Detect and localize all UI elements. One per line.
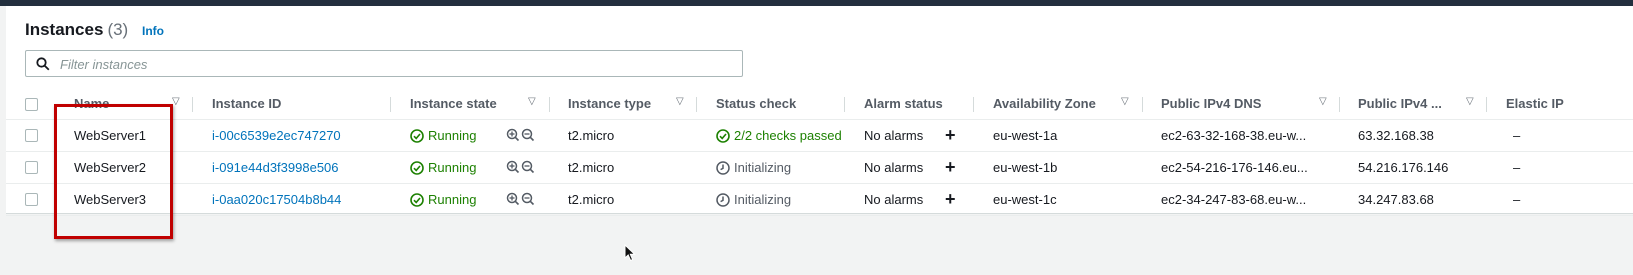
- elastic-ip: –: [1513, 192, 1521, 207]
- filter-instances-input[interactable]: [58, 54, 722, 75]
- info-link[interactable]: Info: [142, 24, 164, 38]
- details-split-panel-area: [0, 214, 1633, 275]
- table-row[interactable]: WebServer3 i-0aa020c17504b8b44 Running t…: [6, 184, 1633, 216]
- plus-icon[interactable]: +: [945, 157, 956, 178]
- instance-id-link[interactable]: i-0aa020c17504b8b44: [212, 192, 341, 207]
- select-all-checkbox[interactable]: [25, 98, 38, 111]
- alarm-status: No alarms: [864, 192, 924, 207]
- public-ipv4-dns: ec2-34-247-83-68.eu-w...: [1161, 192, 1307, 207]
- availability-zone: eu-west-1b: [993, 160, 1058, 175]
- column-resizer[interactable]: [192, 97, 193, 112]
- instance-state: Running: [410, 160, 476, 175]
- instance-id-link[interactable]: i-091e44d3f3998e506: [212, 160, 339, 175]
- public-ipv4-dns: ec2-54-216-176-146.eu...: [1161, 160, 1308, 175]
- column-resizer[interactable]: [844, 97, 845, 112]
- column-availability-zone[interactable]: Availability Zone: [993, 96, 1096, 111]
- status-check-label: Initializing: [734, 160, 792, 175]
- row-checkbox[interactable]: [25, 129, 38, 142]
- zoom-in-out-icon[interactable]: [506, 192, 538, 206]
- column-resizer[interactable]: [1486, 97, 1487, 112]
- column-public-ipv4-dns[interactable]: Public IPv4 DNS: [1161, 96, 1261, 111]
- availability-zone: eu-west-1c: [993, 192, 1057, 207]
- state-label: Running: [428, 192, 477, 207]
- caret-down-icon[interactable]: ▽: [528, 96, 536, 107]
- caret-down-icon[interactable]: ▽: [676, 96, 684, 107]
- title-text: Instances: [25, 20, 104, 39]
- caret-down-icon[interactable]: ▽: [1319, 96, 1327, 107]
- column-resizer[interactable]: [1339, 97, 1340, 112]
- public-ipv4: 34.247.83.68: [1358, 192, 1434, 207]
- instance-type: t2.micro: [568, 192, 615, 207]
- check-circle-icon: [410, 129, 424, 143]
- instance-count: (3): [107, 20, 129, 39]
- column-instance-id[interactable]: Instance ID: [212, 96, 281, 111]
- alarm-status: No alarms: [864, 160, 924, 175]
- plus-icon[interactable]: +: [945, 125, 956, 146]
- row-checkbox[interactable]: [25, 193, 38, 206]
- table-row[interactable]: WebServer1 i-00c6539e2ec747270 Running t…: [6, 120, 1633, 152]
- row-checkbox[interactable]: [25, 161, 38, 174]
- instance-type: t2.micro: [568, 128, 615, 143]
- elastic-ip: –: [1513, 160, 1521, 175]
- zoom-in-out-icon[interactable]: [506, 160, 538, 174]
- caret-down-icon[interactable]: ▽: [1121, 96, 1129, 107]
- availability-zone: eu-west-1a: [993, 128, 1058, 143]
- column-instance-type[interactable]: Instance type: [568, 96, 651, 111]
- instance-type: t2.micro: [568, 160, 615, 175]
- check-circle-icon: [716, 129, 730, 143]
- highlight-box-name-column: [54, 104, 173, 239]
- zoom-in-out-icon[interactable]: [506, 128, 538, 142]
- state-label: Running: [428, 128, 477, 143]
- search-icon: [36, 57, 50, 71]
- status-check: Initializing: [716, 160, 791, 175]
- column-public-ipv4[interactable]: Public IPv4 ...: [1358, 96, 1442, 111]
- check-circle-icon: [410, 193, 424, 207]
- column-alarm-status[interactable]: Alarm status: [864, 96, 943, 111]
- column-resizer[interactable]: [390, 97, 391, 112]
- status-check: 2/2 checks passed: [716, 128, 842, 143]
- state-label: Running: [428, 160, 477, 175]
- column-resizer[interactable]: [973, 97, 974, 112]
- public-ipv4: 63.32.168.38: [1358, 128, 1434, 143]
- column-resizer[interactable]: [549, 97, 550, 112]
- table-header: Name ▽ Instance ID Instance state ▽ Inst…: [6, 90, 1633, 120]
- column-status-check[interactable]: Status check: [716, 96, 796, 111]
- table-row[interactable]: WebServer2 i-091e44d3f3998e506 Running t…: [6, 152, 1633, 184]
- elastic-ip: –: [1513, 128, 1521, 143]
- public-ipv4-dns: ec2-63-32-168-38.eu-w...: [1161, 128, 1307, 143]
- page-title: Instances (3): [25, 20, 128, 40]
- clock-icon: [716, 161, 730, 175]
- column-elastic-ip[interactable]: Elastic IP: [1506, 96, 1564, 111]
- instance-state: Running: [410, 192, 476, 207]
- mouse-pointer-icon: [624, 244, 636, 262]
- caret-down-icon[interactable]: ▽: [172, 96, 180, 107]
- status-check-label: Initializing: [734, 192, 792, 207]
- instance-id-link[interactable]: i-00c6539e2ec747270: [212, 128, 341, 143]
- column-resizer[interactable]: [696, 97, 697, 112]
- instance-state: Running: [410, 128, 476, 143]
- check-circle-icon: [410, 161, 424, 175]
- status-check: Initializing: [716, 192, 791, 207]
- column-instance-state[interactable]: Instance state: [410, 96, 497, 111]
- plus-icon[interactable]: +: [945, 189, 956, 210]
- public-ipv4: 54.216.176.146: [1358, 160, 1449, 175]
- status-check-label: 2/2 checks passed: [734, 128, 842, 143]
- filter-box[interactable]: [25, 50, 743, 77]
- caret-down-icon[interactable]: ▽: [1466, 96, 1474, 107]
- column-resizer[interactable]: [1142, 97, 1143, 112]
- clock-icon: [716, 193, 730, 207]
- alarm-status: No alarms: [864, 128, 924, 143]
